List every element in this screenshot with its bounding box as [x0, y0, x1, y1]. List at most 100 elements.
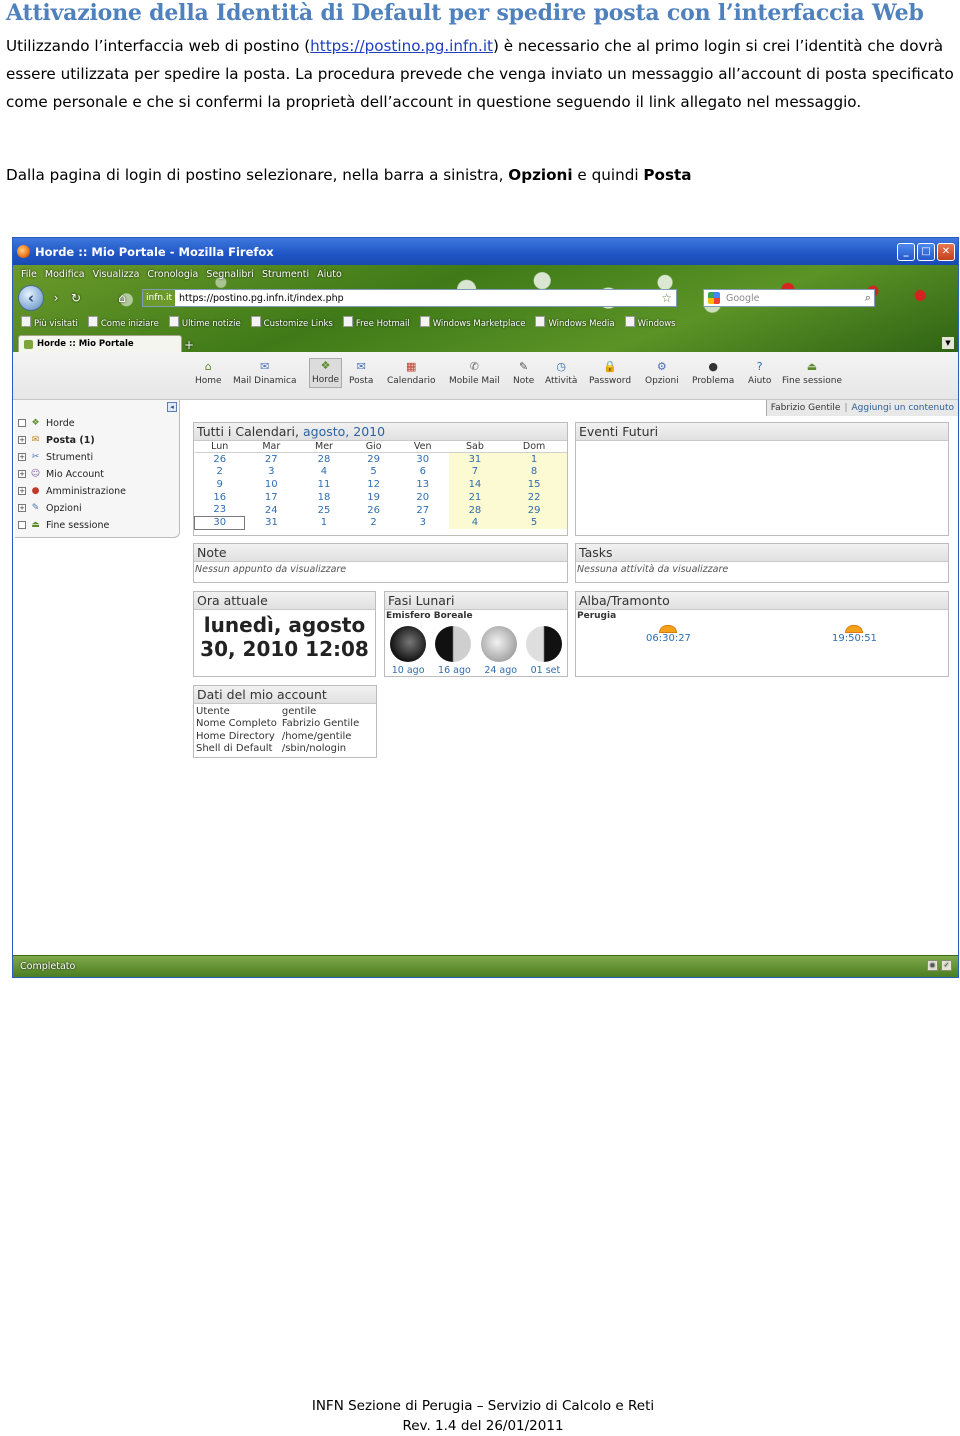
bookmark-item[interactable]: Windows: [625, 316, 676, 329]
browser-menu-item[interactable]: Modifica: [45, 269, 85, 280]
calendar-day-cell[interactable]: 11: [298, 478, 351, 491]
menu-item-fine-sessione[interactable]: ⏏ Fine sessione: [782, 360, 842, 386]
calendar-day-cell[interactable]: 25: [298, 504, 351, 517]
menu-item-calendario[interactable]: ▦ Calendario: [387, 360, 435, 386]
menu-item-aiuto[interactable]: ? Aiuto: [748, 360, 771, 386]
sidebar-item-strumenti[interactable]: + ✂ Strumenti: [18, 451, 93, 463]
menu-item-home[interactable]: ⌂ Home: [195, 360, 222, 386]
menu-item-problema[interactable]: ● Problema: [692, 360, 734, 386]
calendar-day-cell[interactable]: 1: [298, 516, 351, 529]
search-icon[interactable]: ⌕: [865, 291, 874, 305]
calendar-day-cell[interactable]: 31: [245, 516, 298, 529]
expand-icon[interactable]: +: [18, 470, 26, 478]
bookmark-item[interactable]: Windows Media: [535, 316, 614, 329]
calendar-day-cell[interactable]: 31: [448, 452, 502, 466]
browser-menu-item[interactable]: Aiuto: [317, 269, 342, 280]
browser-menu-item[interactable]: Cronologia: [147, 269, 198, 280]
calendar-day-cell[interactable]: 2: [350, 516, 396, 529]
calendar-day-cell[interactable]: 4: [448, 516, 502, 530]
add-content-link[interactable]: Aggiungi un contenuto: [851, 403, 954, 413]
bookmark-item[interactable]: Come iniziare: [88, 316, 159, 329]
expand-icon[interactable]: +: [18, 487, 26, 495]
sidebar-item-posta[interactable]: + ✉ Posta (1): [18, 434, 95, 446]
calendar-day-cell[interactable]: 2: [195, 465, 245, 478]
calendar-day-cell[interactable]: 1: [501, 452, 567, 466]
bookmark-item[interactable]: Ultime notizie: [169, 316, 241, 329]
addon-icon[interactable]: ▪: [927, 960, 938, 971]
reload-icon[interactable]: ↻: [68, 290, 84, 306]
maximize-icon[interactable]: □: [917, 242, 935, 261]
site-identity-badge[interactable]: infn.it: [143, 290, 175, 306]
calendar-day-cell[interactable]: 15: [501, 478, 567, 491]
calendar-day-cell[interactable]: 20: [397, 491, 449, 504]
calendar-day-cell[interactable]: 14: [448, 478, 502, 491]
calendar-month[interactable]: agosto, 2010: [303, 424, 385, 439]
bookmark-item[interactable]: Free Hotmail: [343, 316, 410, 329]
calendar-day-cell[interactable]: 5: [350, 465, 396, 478]
calendar-day-cell[interactable]: 29: [501, 503, 567, 517]
menu-item-opzioni[interactable]: ⚙ Opzioni: [645, 360, 679, 386]
expand-icon[interactable]: +: [18, 453, 26, 461]
expand-icon[interactable]: +: [18, 436, 26, 444]
browser-menu-item[interactable]: Strumenti: [262, 269, 309, 280]
sidebar-item-horde[interactable]: ❖ Horde: [18, 417, 75, 429]
calendar-day-cell[interactable]: 27: [245, 453, 298, 466]
sidebar-item-opzioni[interactable]: + ✎ Opzioni: [18, 502, 82, 514]
tab-horde-portal[interactable]: Horde :: Mio Portale: [18, 335, 182, 352]
calendar-day-cell[interactable]: 27: [397, 504, 449, 517]
menu-item-mail-dinamica[interactable]: ✉ Mail Dinamica: [233, 360, 297, 386]
calendar-day-cell[interactable]: 6: [397, 465, 449, 478]
new-tab-icon[interactable]: +: [184, 338, 194, 352]
menu-item-password[interactable]: 🔒 Password: [589, 360, 631, 386]
bookmark-item[interactable]: Customize Links: [251, 316, 333, 329]
expand-icon[interactable]: [18, 521, 26, 529]
tab-list-icon[interactable]: ▼: [942, 337, 954, 349]
postino-link[interactable]: https://postino.pg.infn.it: [310, 37, 493, 55]
calendar-day-cell[interactable]: 13: [397, 478, 449, 491]
calendar-day-cell[interactable]: 28: [448, 503, 502, 517]
calendar-day-cell[interactable]: 7: [448, 465, 502, 479]
minimize-icon[interactable]: _: [897, 242, 915, 261]
calendar-day-cell[interactable]: 30: [397, 453, 449, 466]
calendar-day-cell[interactable]: 22: [501, 490, 567, 504]
browser-menu-item[interactable]: Segnalibri: [206, 269, 254, 280]
calendar-day-cell[interactable]: 3: [245, 465, 298, 478]
url-text[interactable]: https://postino.pg.infn.it/index.php: [175, 293, 344, 304]
expand-icon[interactable]: +: [18, 504, 26, 512]
url-bar[interactable]: infn.it https://postino.pg.infn.it/index…: [142, 289, 677, 307]
menu-item-posta[interactable]: ✉ Posta: [349, 360, 373, 386]
back-icon[interactable]: ‹: [18, 285, 44, 311]
sidebar-item-mio-account[interactable]: + ☺ Mio Account: [18, 468, 104, 480]
calendar-day-cell[interactable]: 12: [350, 478, 396, 491]
calendar-day-cell[interactable]: 26: [350, 504, 396, 517]
calendar-day-cell[interactable]: 24: [245, 504, 298, 517]
sidebar-item-amministrazione[interactable]: + ● Amministrazione: [18, 485, 126, 497]
close-icon[interactable]: ✕: [937, 242, 955, 261]
home-icon[interactable]: ⌂: [114, 290, 130, 306]
calendar-day-cell[interactable]: 23: [195, 504, 245, 517]
bookmark-star-icon[interactable]: ☆: [661, 291, 676, 305]
calendar-day-cell[interactable]: 29: [350, 453, 396, 466]
search-input[interactable]: Google ⌕: [703, 289, 875, 307]
sidebar-item-fine-sessione[interactable]: ⏏ Fine sessione: [18, 519, 109, 531]
browser-menu-item[interactable]: File: [21, 269, 37, 280]
calendar-day-cell[interactable]: 3: [397, 516, 449, 529]
browser-menu-item[interactable]: Visualizza: [93, 269, 140, 280]
calendar-day-cell[interactable]: 18: [298, 491, 351, 504]
calendar-day-cell[interactable]: 9: [195, 478, 245, 491]
sidebar-collapse-icon[interactable]: ◂: [167, 402, 177, 412]
calendar-day-cell[interactable]: 10: [245, 478, 298, 491]
calendar-day-cell[interactable]: 17: [245, 491, 298, 504]
calendar-day-cell[interactable]: 30: [193, 515, 246, 530]
calendar-day-cell[interactable]: 8: [501, 465, 567, 479]
menu-item-mobile-mail[interactable]: ✆ Mobile Mail: [449, 360, 500, 386]
check-icon[interactable]: ✓: [941, 960, 952, 971]
calendar-day-cell[interactable]: 21: [448, 490, 502, 504]
calendar-day-cell[interactable]: 5: [501, 516, 567, 530]
forward-icon[interactable]: ›: [48, 290, 64, 306]
calendar-day-cell[interactable]: 28: [298, 453, 351, 466]
bookmark-item[interactable]: Più visitati: [21, 316, 78, 329]
calendar-day-cell[interactable]: 16: [195, 491, 245, 504]
menu-item-note[interactable]: ✎ Note: [513, 360, 534, 386]
calendar-day-cell[interactable]: 26: [195, 453, 245, 466]
